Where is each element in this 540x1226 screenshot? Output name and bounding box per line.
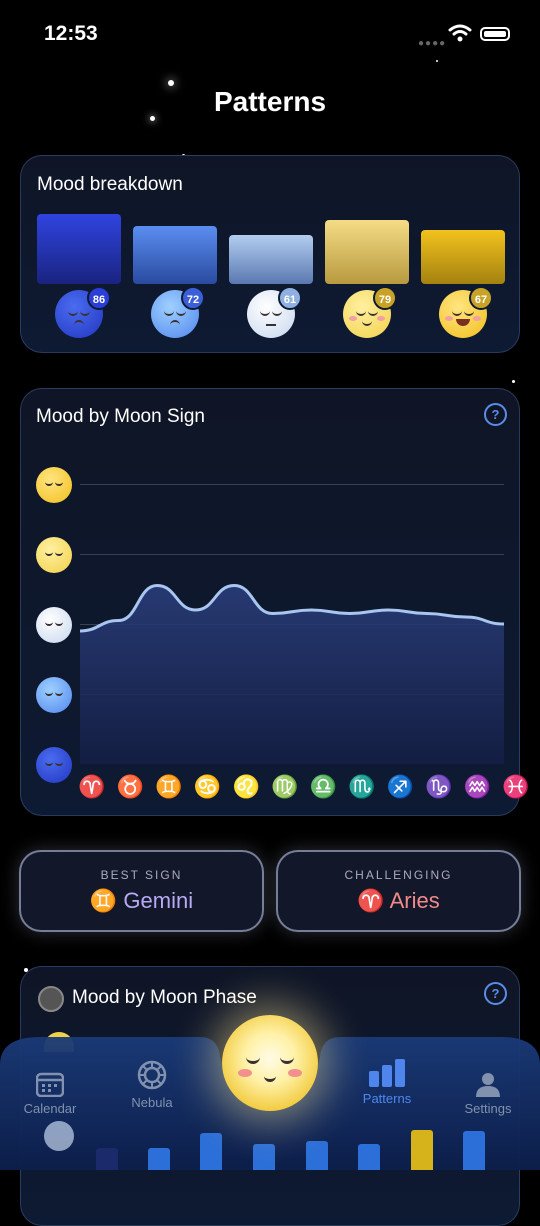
tab-calendar[interactable]: Calendar — [0, 1071, 100, 1116]
zodiac-tick-label: ♊ — [155, 774, 183, 799]
challenging-sign-value: ♈ Aries — [357, 888, 440, 913]
chart-bar — [358, 1144, 380, 1170]
zodiac-tick-label: ♒ — [463, 774, 492, 799]
zodiac-tick-label: ♋ — [193, 774, 222, 799]
zodiac-tick-label: ♎ — [309, 774, 337, 799]
nebula-icon — [137, 1060, 167, 1090]
zodiac-tick-label: ♈ — [78, 774, 106, 799]
person-icon — [476, 1073, 500, 1097]
moon-phase-icon — [38, 986, 64, 1012]
tab-calendar-label: Calendar — [23, 1101, 77, 1116]
neutral-face-icon — [44, 1121, 74, 1151]
tab-nebula[interactable]: Nebula — [102, 1059, 202, 1110]
chart-bar — [96, 1148, 118, 1170]
tab-settings[interactable]: Settings — [438, 1071, 538, 1116]
zodiac-tick-label: ♐ — [386, 774, 415, 799]
chart-bar — [411, 1130, 433, 1170]
tab-patterns[interactable]: Patterns — [337, 1059, 437, 1106]
challenging-sign-label: CHALLENGING — [344, 868, 453, 882]
best-sign-label: BEST SIGN — [100, 868, 183, 882]
moon-phase-title: Mood by Moon Phase — [72, 987, 257, 1008]
chart-bar — [253, 1144, 275, 1170]
zodiac-tick-label: ♏ — [348, 774, 376, 799]
moon-phase-help-icon[interactable]: ? — [484, 982, 507, 1005]
best-sign-card[interactable]: BEST SIGN ♊ Gemini — [19, 850, 264, 932]
tab-patterns-label: Patterns — [362, 1091, 412, 1106]
tab-nebula-label: Nebula — [131, 1095, 173, 1110]
happy-face-icon — [222, 1015, 318, 1111]
zodiac-tick-label: ♌ — [232, 774, 260, 799]
chart-bar — [463, 1131, 485, 1170]
center-mood-button[interactable] — [222, 1015, 318, 1111]
calendar-icon — [36, 1072, 64, 1097]
zodiac-tick-label: ♍ — [271, 774, 299, 799]
zodiac-tick-label: ♉ — [116, 774, 145, 799]
chart-bar — [306, 1141, 328, 1170]
tab-bar: Calendar Nebula Patterns Settings — [0, 1015, 540, 1170]
zodiac-tick-label: ♓ — [502, 774, 530, 799]
chart-bar — [200, 1133, 222, 1170]
tab-settings-label: Settings — [464, 1101, 512, 1116]
zodiac-tick-label: ♑ — [425, 774, 453, 799]
best-sign-value: ♊ Gemini — [89, 888, 194, 913]
bar-chart-icon — [369, 1059, 405, 1087]
challenging-sign-card[interactable]: CHALLENGING ♈ Aries — [276, 850, 521, 932]
chart-bar — [148, 1148, 170, 1170]
